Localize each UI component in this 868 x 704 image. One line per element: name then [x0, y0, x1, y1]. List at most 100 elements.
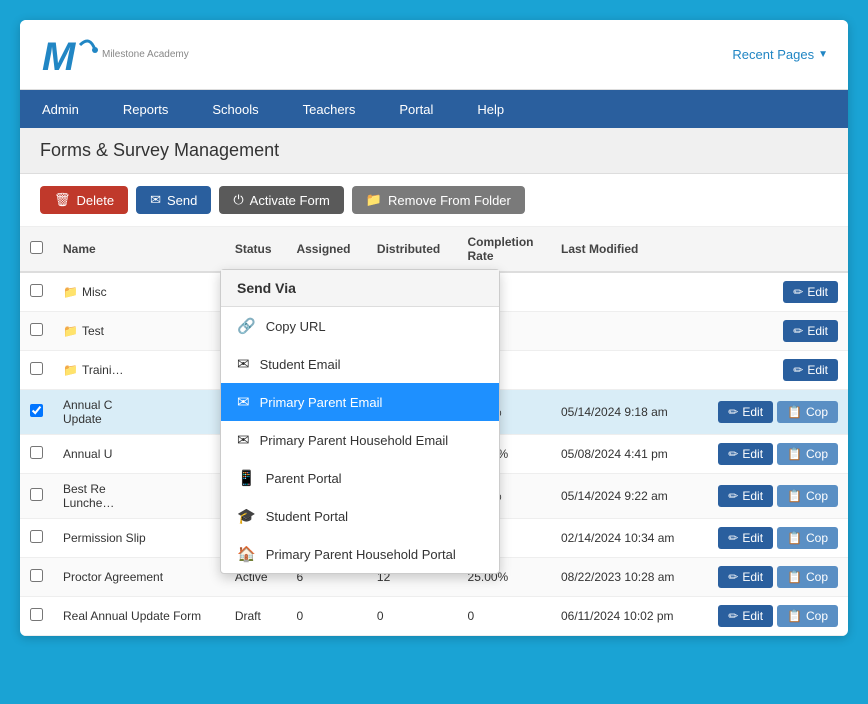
row-checkbox[interactable] [30, 284, 43, 297]
action-button-group: ✏ Edit📋 Cop [706, 566, 838, 588]
send-via-icon-4: 📱 [237, 469, 256, 487]
row-modified: 05/14/2024 9:18 am [551, 390, 696, 435]
row-assigned: 0 [286, 597, 366, 636]
edit-icon: ✏ [728, 447, 738, 461]
edit-button[interactable]: ✏ Edit [718, 527, 773, 549]
send-via-label-1: Student Email [260, 357, 341, 372]
edit-icon: ✏ [728, 570, 738, 584]
copy-icon: 📋 [787, 531, 802, 545]
col-assigned: Assigned [286, 227, 366, 272]
row-modified [551, 272, 696, 312]
row-actions: ✏ Edit [696, 312, 848, 351]
copy-button[interactable]: 📋 Cop [777, 401, 838, 423]
row-checkbox[interactable] [30, 608, 43, 621]
copy-button[interactable]: 📋 Cop [777, 605, 838, 627]
row-actions: ✏ Edit📋 Cop [696, 390, 848, 435]
edit-button[interactable]: ✏ Edit [718, 485, 773, 507]
edit-icon: ✏ [728, 489, 738, 503]
row-actions: ✏ Edit [696, 351, 848, 390]
remove-folder-button[interactable]: 📁 Remove From Folder [352, 186, 525, 214]
row-modified: 06/11/2024 10:02 pm [551, 597, 696, 636]
header-right: Recent Pages ▼ [732, 47, 828, 62]
activate-form-button[interactable]: ⏻ Activate Form [219, 186, 343, 214]
row-name: Permission Slip [53, 519, 225, 558]
nav-item-schools[interactable]: Schools [190, 90, 280, 128]
nav-item-portal[interactable]: Portal [377, 90, 455, 128]
send-via-item-5[interactable]: 🎓 Student Portal [221, 497, 499, 535]
row-modified: 05/08/2024 4:41 pm [551, 435, 696, 474]
row-checkbox[interactable] [30, 569, 43, 582]
col-distributed: Distributed [367, 227, 458, 272]
row-checkbox[interactable] [30, 362, 43, 375]
folder-icon: 📁 [63, 285, 78, 299]
row-checkbox[interactable] [30, 488, 43, 501]
action-button-group: ✏ Edit📋 Cop [706, 605, 838, 627]
send-via-item-2[interactable]: ✉Primary Parent Email [221, 383, 499, 421]
copy-button[interactable]: 📋 Cop [777, 443, 838, 465]
logo-text-area: Milestone Academy [100, 49, 189, 60]
copy-icon: 📋 [787, 609, 802, 623]
send-via-label-3: Primary Parent Household Email [260, 433, 449, 448]
col-actions [696, 227, 848, 272]
copy-icon: 📋 [787, 447, 802, 461]
folder-icon: 📁 [366, 192, 382, 208]
edit-button[interactable]: ✏ Edit [718, 443, 773, 465]
send-via-icon-5: 🎓 [237, 507, 256, 525]
send-via-item-0[interactable]: 🔗Copy URL [221, 307, 499, 345]
row-modified: 08/22/2023 10:28 am [551, 558, 696, 597]
edit-icon: ✏ [728, 609, 738, 623]
row-checkbox[interactable] [30, 404, 43, 417]
page-title: Forms & Survey Management [40, 140, 279, 160]
send-via-label-0: Copy URL [266, 319, 326, 334]
logo-subtitle: Milestone Academy [102, 49, 189, 60]
edit-button[interactable]: ✏ Edit [783, 359, 838, 381]
copy-icon: 📋 [787, 489, 802, 503]
send-button[interactable]: ✉ Send [136, 186, 211, 214]
nav-item-teachers[interactable]: Teachers [281, 90, 378, 128]
send-via-item-4[interactable]: 📱Parent Portal [221, 459, 499, 497]
edit-button[interactable]: ✏ Edit [718, 566, 773, 588]
recent-pages-button[interactable]: Recent Pages ▼ [732, 47, 828, 62]
col-status: Status [225, 227, 287, 272]
row-actions: ✏ Edit📋 Cop [696, 597, 848, 636]
row-checkbox[interactable] [30, 530, 43, 543]
row-name: Proctor Agreement [53, 558, 225, 597]
row-checkbox[interactable] [30, 446, 43, 459]
edit-button[interactable]: ✏ Edit [718, 401, 773, 423]
delete-label: Delete [77, 193, 115, 208]
edit-button[interactable]: ✏ Edit [783, 320, 838, 342]
send-via-item-3[interactable]: ✉Primary Parent Household Email [221, 421, 499, 459]
row-modified: 02/14/2024 10:34 am [551, 519, 696, 558]
row-actions: ✏ Edit [696, 272, 848, 312]
copy-button[interactable]: 📋 Cop [777, 566, 838, 588]
send-via-item-6[interactable]: 🏠Primary Parent Household Portal [221, 535, 499, 573]
row-name: Best Re Lunche… [53, 474, 225, 519]
nav-item-reports[interactable]: Reports [101, 90, 191, 128]
send-via-item-1[interactable]: ✉Student Email [221, 345, 499, 383]
row-checkbox[interactable] [30, 323, 43, 336]
chevron-down-icon: ▼ [818, 49, 828, 60]
row-actions: ✏ Edit📋 Cop [696, 519, 848, 558]
row-status: Draft [225, 597, 287, 636]
copy-icon: 📋 [787, 570, 802, 584]
row-modified [551, 312, 696, 351]
activate-label: Activate Form [250, 193, 330, 208]
edit-button[interactable]: ✏ Edit [783, 281, 838, 303]
delete-button[interactable]: 🗑 Delete [40, 186, 128, 214]
row-distributed: 0 [367, 597, 458, 636]
table-row: Real Annual Update FormDraft00006/11/202… [20, 597, 848, 636]
send-via-icon-2: ✉ [237, 393, 250, 411]
edit-icon: ✏ [728, 531, 738, 545]
nav-item-help[interactable]: Help [455, 90, 526, 128]
col-check [20, 227, 53, 272]
action-button-group: ✏ Edit📋 Cop [706, 527, 838, 549]
edit-button[interactable]: ✏ Edit [718, 605, 773, 627]
copy-button[interactable]: 📋 Cop [777, 485, 838, 507]
row-name: 📁Traini… [53, 351, 225, 390]
select-all-checkbox[interactable] [30, 241, 43, 254]
send-via-label-6: Primary Parent Household Portal [266, 547, 456, 562]
copy-button[interactable]: 📋 Cop [777, 527, 838, 549]
edit-icon: ✏ [793, 324, 803, 338]
nav-item-admin[interactable]: Admin [20, 90, 101, 128]
send-via-label-5: Student Portal [266, 509, 348, 524]
